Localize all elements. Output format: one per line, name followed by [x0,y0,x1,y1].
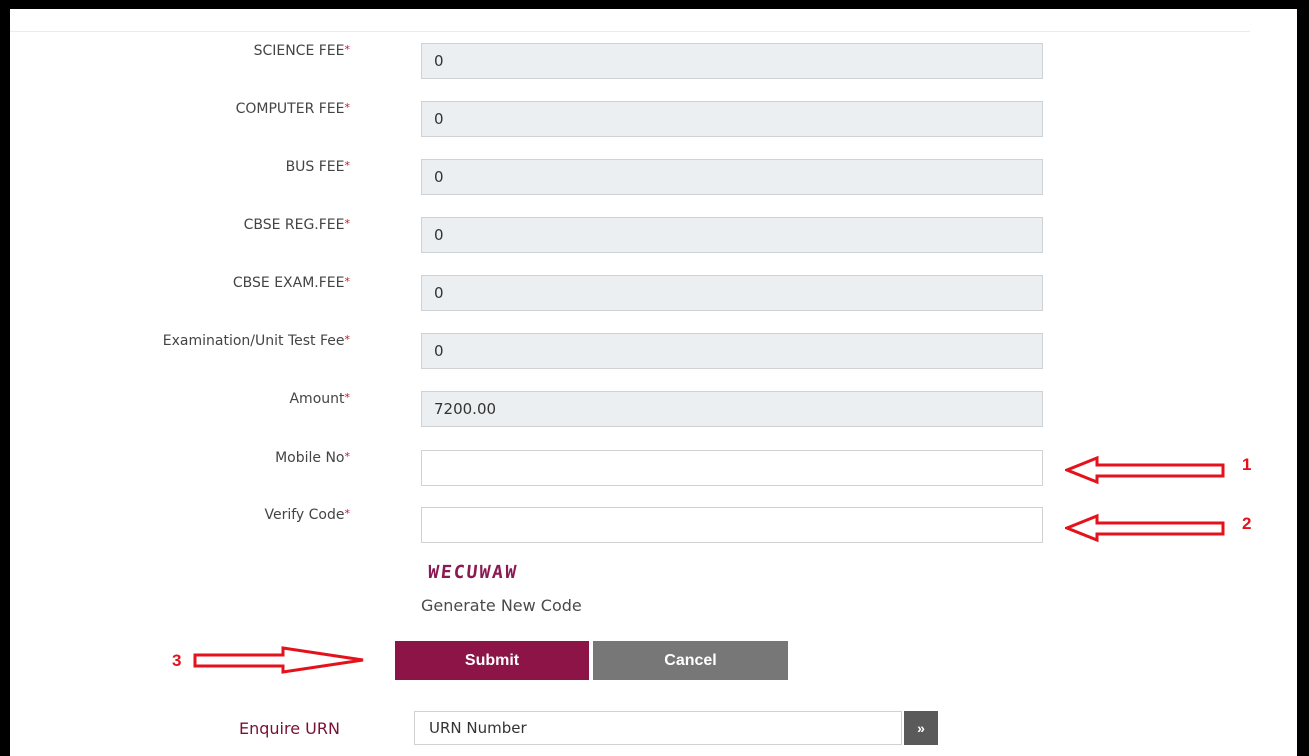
amount-label: Amount* [289,391,350,407]
bus-fee-field[interactable]: 0 [421,159,1043,195]
urn-go-button[interactable]: » [904,711,938,745]
annotation-number-3: 3 [172,651,182,670]
exam-unit-test-fee-row: Examination/Unit Test Fee* 0 [10,333,1070,373]
exam-unit-test-fee-label: Examination/Unit Test Fee* [162,333,350,349]
annotation-arrow-2 [1065,513,1225,543]
mobile-field[interactable] [421,450,1043,486]
annotation-number-2: 2 [1242,514,1252,533]
verify-code-label: Verify Code* [264,507,350,523]
mobile-label: Mobile No* [275,450,350,466]
verify-code-row: Verify Code* [10,507,1070,547]
cbse-exam-fee-field[interactable]: 0 [421,275,1043,311]
amount-row: Amount* 7200.00 [10,391,1070,431]
mobile-input[interactable] [434,451,1042,485]
mobile-row: Mobile No* [10,450,1070,490]
captcha-image: WECUWAW [426,562,519,583]
double-chevron-right-icon: » [917,720,925,736]
science-fee-row: SCIENCE FEE* 0 [10,43,1070,83]
annotation-arrow-1 [1065,455,1225,485]
verify-code-input[interactable] [434,508,1042,542]
annotation-number-1: 1 [1242,455,1252,474]
cbse-exam-fee-row: CBSE EXAM.FEE* 0 [10,275,1070,315]
bus-fee-row: BUS FEE* 0 [10,159,1070,199]
cbse-exam-fee-label: CBSE EXAM.FEE* [232,275,350,291]
computer-fee-row: COMPUTER FEE* 0 [10,101,1070,141]
computer-fee-field[interactable]: 0 [421,101,1043,137]
cbse-reg-fee-field[interactable]: 0 [421,217,1043,253]
cancel-button[interactable]: Cancel [593,641,788,680]
verify-code-field[interactable] [421,507,1043,543]
cbse-reg-fee-row: CBSE REG.FEE* 0 [10,217,1070,257]
submit-button[interactable]: Submit [395,641,589,680]
computer-fee-label: COMPUTER FEE* [235,101,350,117]
bus-fee-label: BUS FEE* [285,159,350,175]
science-fee-field[interactable]: 0 [421,43,1043,79]
science-fee-label: SCIENCE FEE* [253,43,350,59]
cbse-reg-fee-label: CBSE REG.FEE* [243,217,350,233]
top-divider [10,31,1250,32]
urn-number-input[interactable]: URN Number [414,711,902,745]
annotation-arrow-3 [193,646,364,674]
fee-payment-page: SCIENCE FEE* 0 COMPUTER FEE* 0 BUS FEE* … [10,9,1297,756]
generate-new-code-link[interactable]: Generate New Code [421,596,582,615]
enquire-urn-label: Enquire URN [239,719,340,738]
exam-unit-test-fee-field[interactable]: 0 [421,333,1043,369]
amount-field[interactable]: 7200.00 [421,391,1043,427]
